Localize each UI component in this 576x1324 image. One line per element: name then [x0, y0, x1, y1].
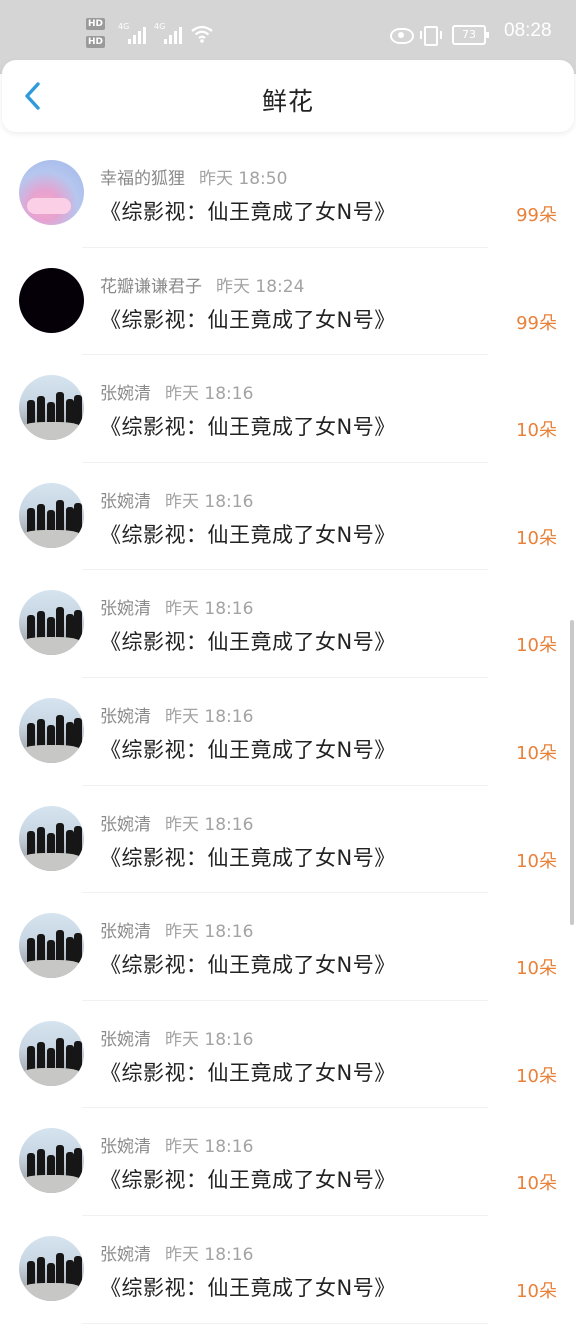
avatar[interactable] [19, 482, 84, 548]
sender-name: 张婉清 [100, 922, 151, 943]
avatar[interactable] [19, 805, 84, 871]
avatar[interactable] [19, 160, 84, 225]
flower-count: 10朵 [516, 420, 557, 442]
book-title: 《综影视：仙王竟成了女N号》 [100, 522, 396, 547]
sender-name: 张婉清 [100, 1244, 151, 1265]
book-title: 《综影视：仙王竟成了女N号》 [100, 1168, 396, 1193]
sender-name: 幸福的狐狸 [100, 169, 185, 189]
signal-sim2-icon [164, 24, 190, 44]
flower-count: 10朵 [516, 1173, 557, 1195]
item-meta: 张婉清 昨天 18:16 [100, 594, 253, 619]
book-title: 《综影视：仙王竟成了女N号》 [100, 307, 396, 332]
item-meta: 花瓣谦谦君子 昨天 18:24 [100, 272, 304, 297]
clock: 08:28 [504, 20, 552, 41]
timestamp: 昨天 18:50 [199, 169, 288, 189]
hd-badge-sim2: HD [86, 36, 106, 48]
list-item[interactable]: 张婉清 昨天 18:16 《综影视：仙王竟成了女N号》 10朵 [0, 1216, 576, 1324]
avatar[interactable] [19, 913, 84, 979]
book-title: 《综影视：仙王竟成了女N号》 [100, 953, 396, 978]
book-title: 《综影视：仙王竟成了女N号》 [100, 737, 396, 762]
book-title: 《综影视：仙王竟成了女N号》 [100, 415, 396, 440]
scrollbar[interactable] [570, 620, 574, 925]
flower-count: 10朵 [516, 527, 557, 549]
timestamp: 昨天 18:16 [165, 814, 254, 835]
book-title: 《综影视：仙王竟成了女N号》 [100, 1275, 396, 1300]
signal-sim1-icon [128, 24, 154, 44]
list-item[interactable]: 花瓣谦谦君子 昨天 18:24 《综影视：仙王竟成了女N号》 99朵 [0, 248, 576, 356]
item-meta: 张婉清 昨天 18:16 [100, 487, 253, 512]
avatar[interactable] [19, 267, 84, 333]
list-item[interactable]: 张婉清 昨天 18:16 《综影视：仙王竟成了女N号》 10朵 [0, 355, 576, 463]
flower-count: 10朵 [516, 1280, 557, 1302]
flower-count: 99朵 [516, 205, 557, 226]
timestamp: 昨天 18:16 [165, 922, 254, 943]
item-meta: 幸福的狐狸 昨天 18:50 [100, 164, 287, 189]
list-item[interactable]: 张婉清 昨天 18:16 《综影视：仙王竟成了女N号》 10朵 [0, 570, 576, 678]
sender-name: 张婉清 [100, 706, 151, 727]
sender-name: 张婉清 [100, 491, 151, 512]
flower-count: 10朵 [516, 958, 557, 980]
item-meta: 张婉清 昨天 18:16 [100, 379, 253, 404]
book-title: 《综影视：仙王竟成了女N号》 [100, 845, 396, 870]
eye-comfort-icon [390, 28, 414, 44]
timestamp: 昨天 18:16 [165, 384, 254, 405]
avatar[interactable] [19, 375, 84, 441]
status-right-icons: 73 08:28 [376, 20, 576, 52]
list-item[interactable]: 幸福的狐狸 昨天 18:50 《综影视：仙王竟成了女N号》 99朵 [0, 140, 576, 248]
sender-name: 张婉清 [100, 1029, 151, 1050]
list-item[interactable]: 张婉清 昨天 18:16 《综影视：仙王竟成了女N号》 10朵 [0, 893, 576, 1001]
item-meta: 张婉清 昨天 18:16 [100, 917, 253, 942]
book-title: 《综影视：仙王竟成了女N号》 [100, 1060, 396, 1085]
battery-icon: 73 [452, 25, 489, 45]
flower-count: 10朵 [516, 742, 557, 764]
list-item[interactable]: 张婉清 昨天 18:16 《综影视：仙王竟成了女N号》 10朵 [0, 463, 576, 571]
timestamp: 昨天 18:16 [165, 1137, 254, 1158]
avatar[interactable] [19, 697, 84, 763]
timestamp: 昨天 18:16 [165, 706, 254, 727]
timestamp: 昨天 18:16 [165, 1029, 254, 1050]
item-meta: 张婉清 昨天 18:16 [100, 810, 253, 835]
list-item[interactable]: 张婉清 昨天 18:16 《综影视：仙王竟成了女N号》 10朵 [0, 1108, 576, 1216]
flower-count: 10朵 [516, 635, 557, 657]
sender-name: 张婉清 [100, 599, 151, 620]
list-item[interactable]: 张婉清 昨天 18:16 《综影视：仙王竟成了女N号》 10朵 [0, 678, 576, 786]
avatar[interactable] [19, 1235, 84, 1301]
item-meta: 张婉清 昨天 18:16 [100, 702, 253, 727]
avatar[interactable] [19, 1128, 84, 1194]
vibrate-icon [420, 26, 442, 46]
avatar[interactable] [19, 1020, 84, 1086]
item-meta: 张婉清 昨天 18:16 [100, 1132, 253, 1157]
avatar[interactable] [19, 590, 84, 656]
sender-name: 花瓣谦谦君子 [100, 276, 202, 297]
sender-name: 张婉清 [100, 814, 151, 835]
flower-count: 10朵 [516, 1065, 557, 1087]
timestamp: 昨天 18:16 [165, 491, 254, 512]
timestamp: 昨天 18:16 [165, 1244, 254, 1265]
sender-name: 张婉清 [100, 1137, 151, 1158]
item-meta: 张婉清 昨天 18:16 [100, 1240, 253, 1265]
hd-badge-sim1: HD [86, 18, 106, 30]
book-title: 《综影视：仙王竟成了女N号》 [100, 630, 396, 655]
list-item[interactable]: 张婉清 昨天 18:16 《综影视：仙王竟成了女N号》 10朵 [0, 786, 576, 894]
divider [82, 1322, 488, 1324]
sender-name: 张婉清 [100, 384, 151, 405]
flower-list: 幸福的狐狸 昨天 18:50 《综影视：仙王竟成了女N号》 99朵 花瓣谦谦君子 昨天 1… [0, 140, 576, 1324]
timestamp: 昨天 18:16 [165, 599, 254, 620]
timestamp: 昨天 18:24 [216, 276, 305, 297]
page-title: 鲜花 [261, 87, 314, 116]
item-meta: 张婉清 昨天 18:16 [100, 1025, 253, 1050]
book-title: 《综影视：仙王竟成了女N号》 [100, 200, 396, 224]
nav-header: 鲜花 [2, 60, 574, 132]
flower-count: 99朵 [516, 312, 557, 334]
flower-count: 10朵 [516, 850, 557, 872]
list-item[interactable]: 张婉清 昨天 18:16 《综影视：仙王竟成了女N号》 10朵 [0, 1001, 576, 1109]
wifi-icon [191, 25, 213, 43]
